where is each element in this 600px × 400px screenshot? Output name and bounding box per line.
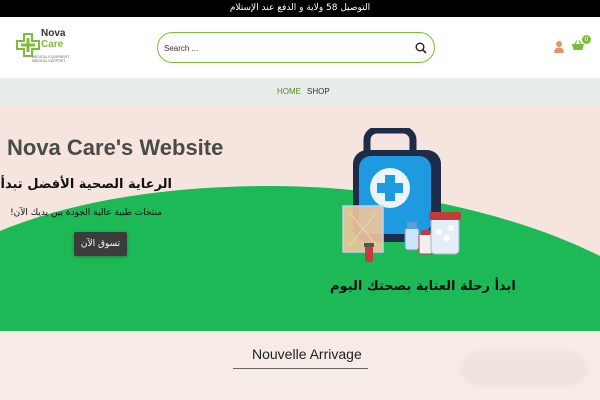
logo-name-line2: Care — [41, 39, 64, 50]
hero-subtitle: الرعاية الصحية الأفضل تبدأ هنا — [0, 177, 172, 192]
section-title: Nouvelle Arrivage — [252, 346, 362, 362]
shop-now-button[interactable]: تسوق الآن — [74, 232, 127, 256]
site-header: Nova Care MEDICAL EQUIPMENT MEDICAL SUPP… — [0, 17, 600, 78]
floating-chat-pill[interactable] — [462, 353, 586, 385]
hero-title: Nova Care's Website — [7, 135, 224, 160]
search-box — [157, 32, 435, 63]
logo-cross-icon — [16, 33, 40, 57]
page: التوصيل 58 ولاية و الدفع عند الإستلام No… — [0, 0, 600, 400]
medical-kit-illustration — [342, 128, 461, 262]
hero-description: منتجات طبية عالية الجودة بين يديك الآن! — [10, 208, 162, 218]
nav-item-shop[interactable]: SHOP — [307, 87, 330, 96]
main-nav: HOME SHOP — [0, 78, 600, 106]
announcement-bar: التوصيل 58 ولاية و الدفع عند الإستلام — [0, 0, 600, 17]
user-icon[interactable] — [553, 40, 565, 54]
cart-count-badge: 0 — [582, 35, 591, 44]
hero-caption: ابدأ رحلة العناية بصحتك اليوم — [330, 279, 516, 294]
section-title-underline — [233, 368, 368, 369]
hero-banner: Nova Care's Website الرعاية الصحية الأفض… — [0, 106, 600, 331]
search-icon[interactable] — [414, 41, 428, 55]
nav-item-home[interactable]: HOME — [277, 87, 301, 96]
logo-name-line1: Nova — [41, 28, 66, 39]
new-arrivals-section: Nouvelle Arrivage — [0, 331, 600, 400]
search-input[interactable] — [164, 39, 404, 57]
logo-tagline: MEDICAL EQUIPMENT MEDICAL SUPPORT — [32, 55, 70, 63]
logo[interactable]: Nova Care MEDICAL EQUIPMENT MEDICAL SUPP… — [16, 27, 69, 71]
